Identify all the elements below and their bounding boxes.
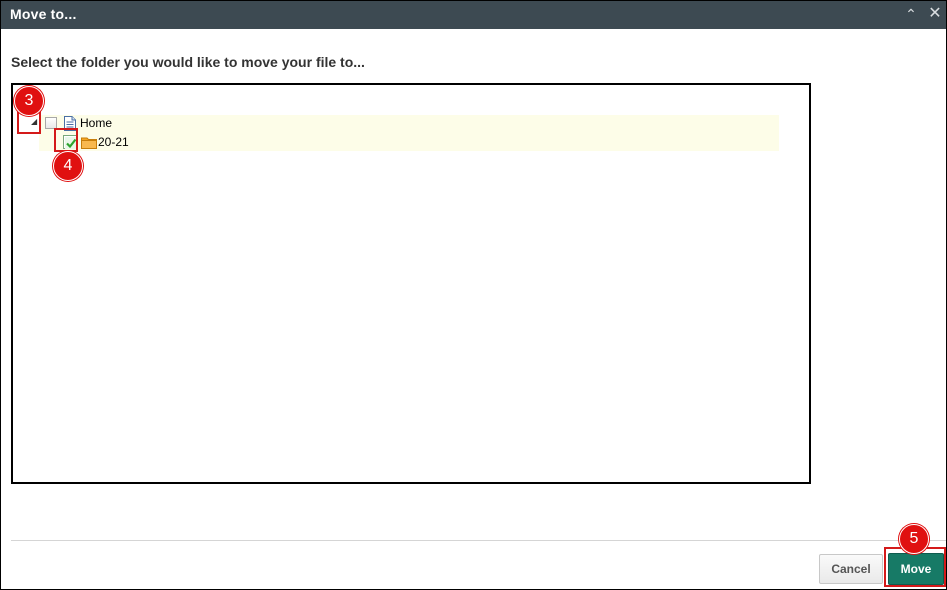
dialog-title: Move to... <box>10 6 77 22</box>
cancel-button[interactable]: Cancel <box>819 554 883 584</box>
step-badge-5: 5 <box>899 524 929 554</box>
highlight-box-checkbox <box>54 128 78 152</box>
dialog-titlebar: Move to... ⌃ ✕ <box>1 1 946 29</box>
move-dialog: Move to... ⌃ ✕ Select the folder you wou… <box>0 0 947 590</box>
close-icon[interactable]: ✕ <box>926 5 944 23</box>
footer-divider <box>11 540 946 541</box>
instruction-text: Select the folder you would like to move… <box>11 54 365 70</box>
chevron-up-icon[interactable]: ⌃ <box>902 5 920 23</box>
step-badge-3: 3 <box>14 86 44 116</box>
folder-tree: ◢ Home 20-21 <box>11 83 811 484</box>
tree-label-home[interactable]: Home <box>80 116 112 130</box>
tree-label-folder[interactable]: 20-21 <box>98 135 129 149</box>
step-badge-4: 4 <box>53 151 83 181</box>
folder-icon <box>81 137 97 149</box>
tree-row-home[interactable] <box>39 115 779 133</box>
tree-row-folder[interactable] <box>39 133 779 151</box>
